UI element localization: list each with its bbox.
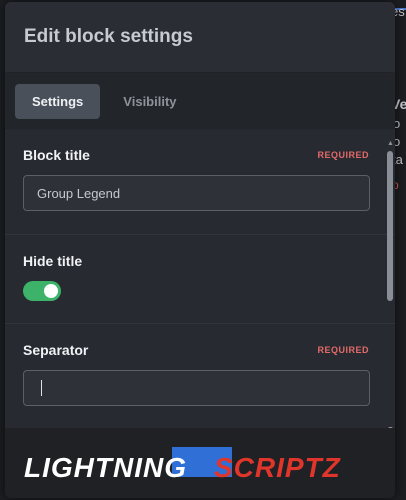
svg-text:LIGHTNING: LIGHTNING	[24, 452, 187, 483]
hide-title-label: Hide title	[23, 253, 83, 269]
separator-input[interactable]	[23, 370, 370, 406]
separator-field: Separator REQUIRED	[5, 324, 395, 435]
tab-settings[interactable]: Settings	[15, 83, 101, 119]
scroll-up-arrow-icon[interactable]: ▲	[387, 140, 394, 147]
required-badge: REQUIRED	[317, 345, 369, 355]
block-title-value: Group Legend	[37, 185, 121, 201]
required-badge: REQUIRED	[317, 150, 369, 160]
tab-visibility[interactable]: Visibility	[106, 84, 193, 119]
modal-title: Edit block settings	[24, 26, 193, 47]
text-caret	[41, 380, 42, 396]
svg-text:SCRIPTZ: SCRIPTZ	[214, 452, 341, 483]
tab-bar: Settings Visibility	[5, 73, 395, 129]
edit-block-settings-modal: Edit block settings Settings Visibility …	[5, 2, 395, 498]
scrollbar[interactable]: ▲ ▼	[387, 140, 394, 433]
toggle-knob	[44, 284, 58, 298]
separator-label: Separator	[23, 342, 89, 358]
lightningscriptz-logo: LIGHTNING SCRIPTZ	[24, 447, 341, 483]
hide-title-field: Hide title	[5, 235, 395, 324]
modal-header: Edit block settings	[5, 2, 395, 73]
block-title-field: Block title REQUIRED Group Legend	[5, 129, 395, 235]
scrollbar-thumb[interactable]	[387, 151, 393, 301]
block-title-input[interactable]: Group Legend	[23, 175, 370, 211]
block-title-label: Block title	[23, 147, 90, 163]
hide-title-toggle[interactable]	[23, 281, 61, 301]
